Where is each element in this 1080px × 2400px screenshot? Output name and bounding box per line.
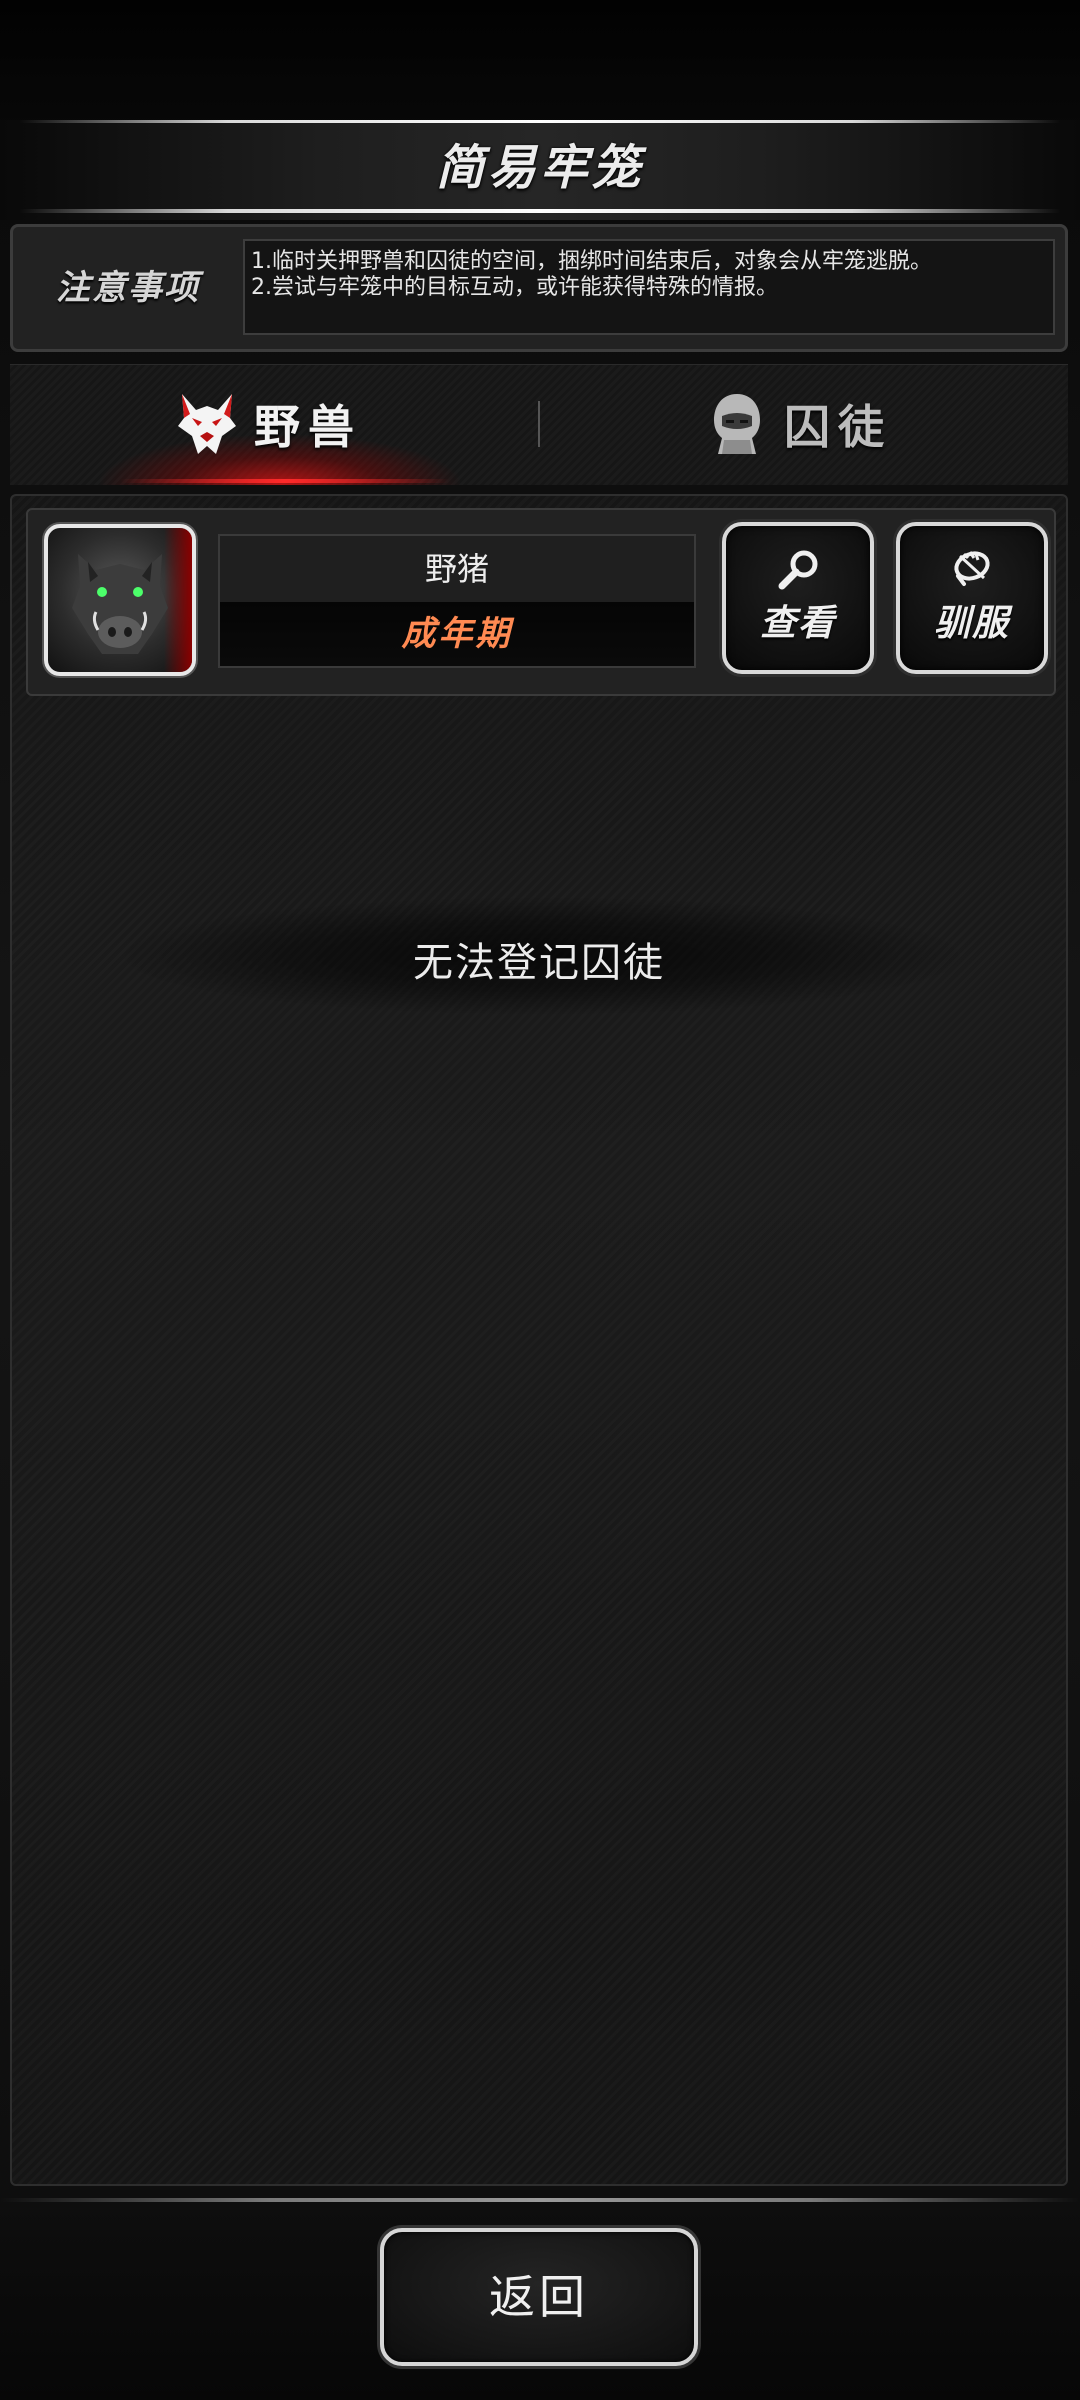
- tab-prisoners[interactable]: 囚徒: [540, 365, 1060, 483]
- tab-bar: 野兽 囚徒: [10, 364, 1068, 485]
- notice-line: 1.临时关押野兽和囚徒的空间，捆绑时间结束后，对象会从牢笼逃脱。: [251, 249, 932, 274]
- beast-name: 野猪: [220, 536, 694, 602]
- view-button[interactable]: 查看: [722, 522, 874, 674]
- beast-stage: 成年期: [220, 602, 694, 666]
- tab-beasts[interactable]: 野兽: [10, 365, 530, 483]
- view-button-label: 查看: [759, 603, 836, 644]
- notice-title: 注意事项: [56, 268, 200, 308]
- magnifier-icon: [778, 550, 818, 590]
- tame-button[interactable]: 驯服: [896, 522, 1048, 674]
- cage-content: 野猪 成年期 查看 驯服 无法登记囚徒: [10, 494, 1068, 2186]
- cage-screen: 简易牢笼 注意事项 1.临时关押野兽和囚徒的空间，捆绑时间结束后，对象会从牢笼逃…: [0, 0, 1080, 2400]
- notice-line: 2.尝试与牢笼中的目标互动，或许能获得特殊的情报。: [251, 275, 778, 300]
- back-button[interactable]: 返回: [380, 2228, 698, 2366]
- page-title: 简易牢笼: [435, 140, 644, 196]
- tame-button-label: 驯服: [933, 603, 1010, 644]
- notice-panel: 注意事项 1.临时关押野兽和囚徒的空间，捆绑时间结束后，对象会从牢笼逃脱。 2.…: [10, 224, 1068, 352]
- avatar[interactable]: [44, 524, 196, 676]
- hooded-prisoner-icon: [714, 394, 760, 454]
- boar-icon: [72, 554, 168, 654]
- notice-text-box: 1.临时关押野兽和囚徒的空间，捆绑时间结束后，对象会从牢笼逃脱。 2.尝试与牢笼…: [243, 239, 1055, 335]
- rope-lasso-icon: [954, 551, 990, 586]
- footer-divider: [0, 2198, 1080, 2202]
- list-item: 野猪 成年期 查看 驯服: [26, 508, 1056, 696]
- title-top-border: [20, 120, 1060, 123]
- tab-prisoners-label: 囚徒: [784, 400, 892, 454]
- empty-message: 无法登记囚徒: [413, 940, 665, 986]
- tab-beasts-label: 野兽: [254, 400, 362, 454]
- beast-info: 野猪 成年期: [218, 534, 696, 668]
- title-bottom-border: [20, 209, 1060, 213]
- wolf-icon: [178, 394, 236, 454]
